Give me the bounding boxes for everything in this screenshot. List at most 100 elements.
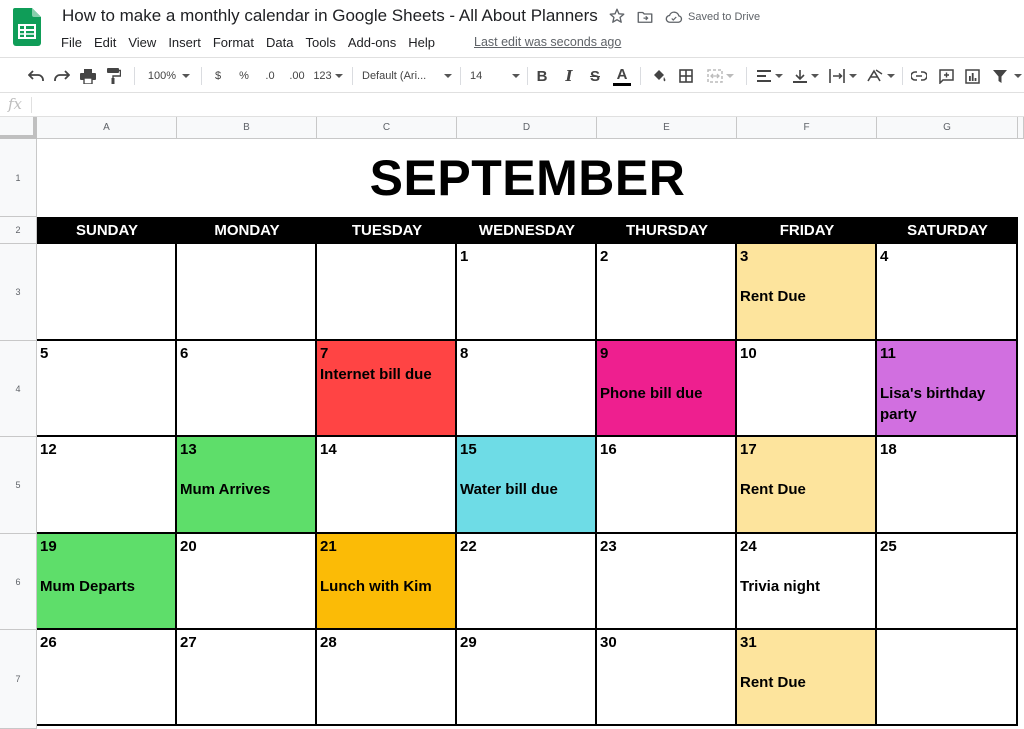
weekday-header-monday[interactable]: MONDAY — [177, 217, 317, 244]
paint-format-icon[interactable] — [104, 58, 124, 94]
row-header-5[interactable]: 5 — [0, 437, 37, 534]
sheets-logo-icon[interactable] — [13, 8, 41, 46]
calendar-cell-saturday[interactable]: 11 Lisa's birthday party — [877, 341, 1018, 437]
increase-decimals-button[interactable]: .00 — [286, 58, 308, 94]
calendar-cell-friday[interactable]: 17 Rent Due — [737, 437, 877, 534]
column-header-b[interactable]: B — [177, 117, 317, 139]
column-header-h[interactable] — [1018, 117, 1024, 139]
column-header-g[interactable]: G — [877, 117, 1018, 139]
italic-button[interactable]: I — [561, 58, 577, 94]
calendar-cell-monday[interactable] — [177, 244, 317, 341]
calendar-cell-wednesday[interactable]: 22 — [457, 534, 597, 630]
calendar-cell-friday[interactable]: 24 Trivia night — [737, 534, 877, 630]
calendar-cell-wednesday[interactable]: 15 Water bill due — [457, 437, 597, 534]
menu-file[interactable]: File — [55, 34, 88, 52]
calendar-cell-wednesday[interactable]: 29 — [457, 630, 597, 726]
calendar-cell-thursday[interactable]: 2 — [597, 244, 737, 341]
calendar-cell-tuesday[interactable]: 14 — [317, 437, 457, 534]
print-icon[interactable] — [78, 58, 98, 94]
calendar-cell-friday[interactable]: 10 — [737, 341, 877, 437]
row-header-7[interactable]: 7 — [0, 630, 37, 729]
menu-help[interactable]: Help — [402, 34, 441, 52]
column-header-c[interactable]: C — [317, 117, 457, 139]
calendar-cell-friday[interactable]: 3 Rent Due — [737, 244, 877, 341]
calendar-cell-saturday[interactable]: 4 — [877, 244, 1018, 341]
formula-input[interactable] — [34, 93, 1024, 116]
calendar-cell-tuesday[interactable]: 21 Lunch with Kim — [317, 534, 457, 630]
calendar-cell-thursday[interactable]: 16 — [597, 437, 737, 534]
filter-icon[interactable] — [990, 58, 1010, 94]
last-edit-link[interactable]: Last edit was seconds ago — [474, 35, 621, 49]
menu-edit[interactable]: Edit — [88, 34, 122, 52]
document-title[interactable]: How to make a monthly calendar in Google… — [62, 6, 598, 26]
merge-cells-icon[interactable] — [705, 58, 735, 94]
calendar-cell-wednesday[interactable]: 1 — [457, 244, 597, 341]
zoom-select[interactable]: 100% — [143, 58, 195, 94]
calendar-cell-monday[interactable]: 13 Mum Arrives — [177, 437, 317, 534]
calendar-cell-saturday[interactable]: 25 — [877, 534, 1018, 630]
calendar-cell-sunday[interactable]: 19 Mum Departs — [37, 534, 177, 630]
calendar-cell-sunday[interactable]: 12 — [37, 437, 177, 534]
calendar-cell-wednesday[interactable]: 8 — [457, 341, 597, 437]
more-toolbar-caret-icon[interactable] — [1012, 58, 1024, 94]
font-size-select[interactable]: 14 — [470, 58, 520, 94]
bold-button[interactable]: B — [534, 58, 550, 94]
column-header-a[interactable]: A — [37, 117, 177, 139]
move-folder-icon[interactable] — [636, 8, 654, 26]
month-title-cell[interactable]: SEPTEMBER — [37, 139, 1018, 217]
horizontal-align-icon[interactable] — [756, 58, 784, 94]
insert-comment-icon[interactable] — [937, 58, 955, 94]
undo-icon[interactable] — [26, 58, 46, 94]
select-all-corner[interactable] — [0, 117, 37, 139]
calendar-cell-monday[interactable]: 27 — [177, 630, 317, 726]
column-header-e[interactable]: E — [597, 117, 737, 139]
weekday-header-wednesday[interactable]: WEDNESDAY — [457, 217, 597, 244]
calendar-cell-tuesday[interactable] — [317, 244, 457, 341]
vertical-align-icon[interactable] — [792, 58, 820, 94]
strikethrough-button[interactable]: S — [587, 58, 603, 94]
weekday-header-tuesday[interactable]: TUESDAY — [317, 217, 457, 244]
text-wrapping-icon[interactable] — [828, 58, 858, 94]
currency-format-button[interactable]: $ — [210, 58, 226, 94]
calendar-cell-thursday[interactable]: 30 — [597, 630, 737, 726]
column-header-d[interactable]: D — [457, 117, 597, 139]
more-formats-select[interactable]: 123 — [312, 58, 344, 94]
calendar-cell-thursday[interactable]: 23 — [597, 534, 737, 630]
text-rotation-icon[interactable] — [866, 58, 896, 94]
font-family-select[interactable]: Default (Ari... — [362, 58, 452, 94]
menu-tools[interactable]: Tools — [299, 34, 341, 52]
weekday-header-thursday[interactable]: THURSDAY — [597, 217, 737, 244]
menu-view[interactable]: View — [122, 34, 162, 52]
borders-icon[interactable] — [677, 58, 695, 94]
row-header-2[interactable]: 2 — [0, 217, 37, 244]
row-header-3[interactable]: 3 — [0, 244, 37, 341]
insert-chart-icon[interactable] — [963, 58, 981, 94]
menu-addons[interactable]: Add-ons — [342, 34, 402, 52]
calendar-cell-sunday[interactable]: 5 — [37, 341, 177, 437]
menu-insert[interactable]: Insert — [162, 34, 207, 52]
menu-format[interactable]: Format — [207, 34, 260, 52]
percent-format-button[interactable]: % — [236, 58, 252, 94]
calendar-cell-sunday[interactable] — [37, 244, 177, 341]
fill-color-icon[interactable] — [650, 58, 668, 94]
calendar-cell-friday[interactable]: 31 Rent Due — [737, 630, 877, 726]
calendar-cell-saturday[interactable] — [877, 630, 1018, 726]
row-header-6[interactable]: 6 — [0, 534, 37, 630]
insert-link-icon[interactable] — [910, 58, 928, 94]
calendar-cell-monday[interactable]: 6 — [177, 341, 317, 437]
calendar-cell-tuesday[interactable]: 28 — [317, 630, 457, 726]
row-header-4[interactable]: 4 — [0, 341, 37, 437]
menu-data[interactable]: Data — [260, 34, 299, 52]
calendar-cell-tuesday[interactable]: 7 Internet bill due — [317, 341, 457, 437]
calendar-cell-thursday[interactable]: 9 Phone bill due — [597, 341, 737, 437]
weekday-header-friday[interactable]: FRIDAY — [737, 217, 877, 244]
redo-icon[interactable] — [52, 58, 72, 94]
calendar-cell-saturday[interactable]: 18 — [877, 437, 1018, 534]
column-header-f[interactable]: F — [737, 117, 877, 139]
decrease-decimals-button[interactable]: .0 — [260, 58, 280, 94]
calendar-cell-monday[interactable]: 20 — [177, 534, 317, 630]
cloud-saved-icon[interactable] — [665, 9, 683, 25]
star-icon[interactable] — [608, 7, 626, 25]
row-header-1[interactable]: 1 — [0, 139, 37, 217]
text-color-button[interactable]: A — [612, 58, 632, 94]
